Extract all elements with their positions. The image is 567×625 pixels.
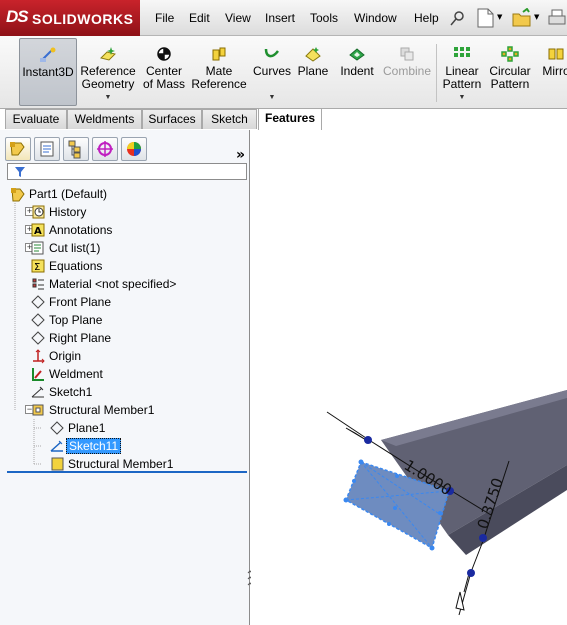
tab-weldments[interactable]: Weldments — [67, 109, 142, 129]
dimxpert-icon — [97, 141, 113, 157]
filter-icon — [15, 167, 25, 177]
solidworks-logo[interactable]: DS SOLIDWORKS — [0, 0, 140, 36]
circular-pattern-button[interactable]: Circular Pattern — [487, 38, 533, 106]
linear-pattern-icon — [454, 47, 470, 57]
curves-button[interactable]: Curves ▼ — [252, 38, 292, 106]
tab-features[interactable]: Features — [258, 108, 322, 130]
dimension-width-endpoint[interactable] — [467, 569, 475, 577]
plane-icon — [305, 47, 321, 62]
menu-bar: DS SOLIDWORKS File Edit View Insert Tool… — [0, 0, 567, 36]
open-folder-icon[interactable] — [511, 8, 533, 28]
logo-name: SOLIDWORKS — [32, 11, 134, 27]
command-manager-tabs: Evaluate Weldments Surfaces Sketch Featu… — [0, 108, 567, 130]
menu-help[interactable]: Help — [414, 11, 439, 25]
center-of-mass-icon — [157, 47, 171, 61]
mate-reference-icon — [212, 47, 226, 61]
configurationmanager-tab[interactable] — [63, 137, 89, 161]
logo-ds: DS — [6, 7, 29, 26]
mirror-button[interactable]: Mirro — [536, 38, 567, 106]
menu-file[interactable]: File — [155, 11, 174, 25]
new-dropdown-arrow-icon[interactable]: ▼ — [497, 13, 502, 21]
tree-item-sketch11[interactable]: Sketch11 — [50, 437, 122, 455]
tree-item-label-selected: Sketch11 — [66, 438, 122, 454]
featuremanager-tree-icon — [10, 142, 25, 156]
tree-item-structural-member1[interactable]: − Structural Member1 — [25, 401, 155, 419]
pin-icon[interactable] — [448, 9, 468, 27]
reference-geometry-label: Reference Geometry — [80, 64, 136, 91]
feature-filter-input[interactable] — [7, 163, 247, 180]
linear-pattern-dropdown-icon[interactable]: ▼ — [459, 91, 466, 104]
new-document-icon[interactable] — [475, 8, 497, 28]
dimxpertmanager-tab[interactable] — [92, 137, 118, 161]
plane-label: Plane — [297, 64, 329, 78]
tab-surfaces[interactable]: Surfaces — [142, 109, 202, 129]
solidworks-window: DS SOLIDWORKS File Edit View Insert Tool… — [0, 0, 567, 625]
indent-label: Indent — [340, 64, 374, 78]
panel-tabs: » — [4, 137, 247, 163]
reference-geometry-button[interactable]: Reference Geometry ▼ — [79, 38, 137, 106]
expand-panel-icon[interactable]: » — [236, 147, 245, 163]
configurationmanager-icon — [68, 140, 81, 159]
mate-reference-button[interactable]: Mate Reference — [190, 38, 248, 106]
graphics-area[interactable]: 1.0000 0.3750 — [251, 130, 567, 625]
propertymanager-icon — [40, 141, 54, 157]
featuremanager-tab[interactable] — [5, 137, 31, 161]
menu-view[interactable]: View — [225, 11, 251, 25]
plane-button[interactable]: Plane — [295, 38, 331, 106]
mirror-label: Mirro — [542, 64, 567, 78]
combine-button[interactable]: Combine — [382, 38, 432, 106]
rollback-bar[interactable] — [7, 471, 247, 473]
instant3d-label: Instant3D — [22, 65, 74, 79]
tree-item-material[interactable]: Material <not specified> — [32, 275, 177, 293]
open-dropdown-arrow-icon[interactable]: ▼ — [534, 13, 539, 21]
command-manager: Instant3D Reference Geometry ▼ Center of… — [0, 36, 567, 109]
menu-tools[interactable]: Tools — [310, 11, 338, 25]
center-of-mass-button[interactable]: Center of Mass — [140, 38, 188, 106]
dimension-width-endpoint[interactable] — [479, 534, 487, 542]
tree-item-label: Structural Member1 — [49, 403, 155, 417]
combine-label: Combine — [382, 64, 432, 78]
circular-pattern-label: Circular Pattern — [489, 64, 531, 91]
model-viewport[interactable]: 1.0000 0.3750 — [251, 130, 567, 625]
dimension-length-endpoint[interactable] — [364, 436, 372, 444]
propertymanager-tab[interactable] — [34, 137, 60, 161]
combine-icon — [400, 47, 414, 61]
reference-geometry-icon — [100, 47, 116, 61]
tree-item-plane1[interactable]: Plane1 — [50, 419, 106, 437]
mate-reference-label: Mate Reference — [191, 64, 247, 91]
tree-item-label: Material <not specified> — [49, 277, 177, 291]
feature-manager-panel: » Part1 (Default) + History + A Annotati… — [0, 130, 253, 625]
menu-insert[interactable]: Insert — [265, 11, 295, 25]
curves-icon — [264, 48, 279, 58]
reference-geometry-dropdown-icon[interactable]: ▼ — [105, 91, 112, 104]
tab-sketch[interactable]: Sketch — [202, 109, 257, 129]
tree-connectors — [14, 203, 42, 465]
menu-edit[interactable]: Edit — [189, 11, 210, 25]
curves-label: Curves — [252, 64, 291, 78]
displaymanager-tab[interactable] — [121, 137, 147, 161]
curves-dropdown-icon[interactable]: ▼ — [269, 91, 276, 104]
circular-pattern-icon — [501, 46, 519, 62]
instant3d-button[interactable]: Instant3D — [19, 38, 77, 106]
tree-item-label: Plane1 — [68, 421, 106, 435]
linear-pattern-button[interactable]: Linear Pattern ▼ — [440, 38, 484, 106]
toolbar-separator — [436, 44, 437, 102]
indent-icon — [349, 48, 365, 61]
indent-button[interactable]: Indent — [336, 38, 378, 106]
instant3d-icon — [40, 47, 56, 62]
menu-window[interactable]: Window — [354, 11, 397, 25]
center-of-mass-label: Center of Mass — [142, 64, 185, 91]
displaymanager-icon — [127, 142, 141, 156]
tab-evaluate[interactable]: Evaluate — [5, 109, 67, 129]
linear-pattern-label: Linear Pattern — [442, 64, 482, 91]
print-icon[interactable] — [546, 8, 567, 28]
tree-item-label: Structural Member1 — [68, 457, 174, 471]
mirror-icon — [548, 48, 564, 60]
